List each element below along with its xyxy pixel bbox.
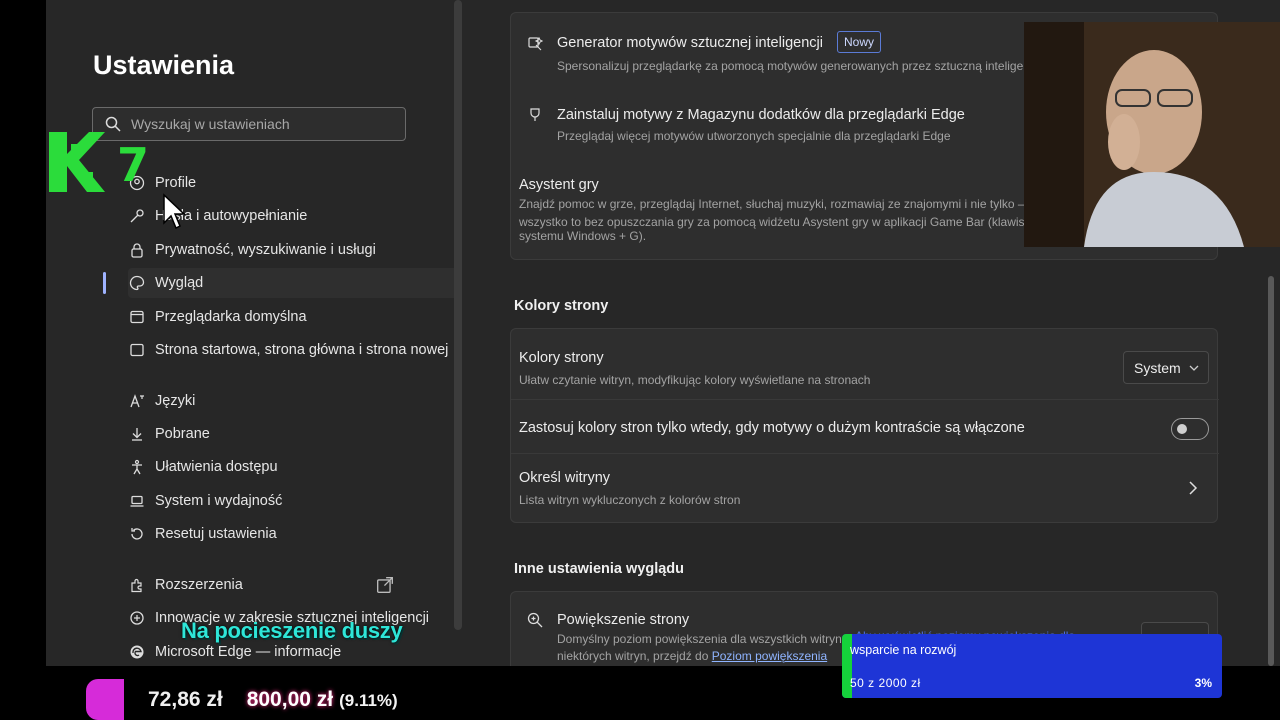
sidebar-item-default-browser[interactable]: Przeglądarka domyślna xyxy=(128,302,458,332)
goal-progress: 50 z 2000 zł xyxy=(850,676,921,690)
page-colors-title: Kolory strony xyxy=(519,350,604,366)
sidebar-item-extensions[interactable]: Rozszerzenia xyxy=(128,570,458,600)
sidebar-item-label: Wygląd xyxy=(155,275,204,291)
sidebar-item-label: Resetuj ustawienia xyxy=(155,526,277,542)
zoom-subtitle-2: niektórych witryn, przejdź do Poziom pow… xyxy=(557,647,827,666)
webcam-overlay xyxy=(1024,22,1280,247)
store-icon xyxy=(530,108,540,121)
goal-percent: 3% xyxy=(1194,676,1212,690)
extensions-icon xyxy=(128,576,146,594)
game-assist-title: Asystent gry xyxy=(519,177,599,193)
donation-percent: (9.11%) xyxy=(339,691,398,710)
goal-label: wsparcie na rozwój xyxy=(850,643,957,657)
home-icon xyxy=(128,341,146,359)
sidebar-item-label: System i wydajność xyxy=(155,493,283,509)
laptop-icon xyxy=(128,492,146,510)
sidebar-item-reset[interactable]: Resetuj ustawienia xyxy=(128,519,458,549)
ai-theme-generator-subtitle: Spersonalizuj przeglądarkę za pomocą mot… xyxy=(557,59,1046,73)
zoom-subtitle-text: niektórych witryn, przejdź do xyxy=(557,649,709,663)
sidebar-item-label: Języki xyxy=(155,393,196,409)
high-contrast-title: Zastosuj kolory stron tylko wtedy, gdy m… xyxy=(519,420,1025,436)
new-badge: Nowy xyxy=(837,31,882,53)
install-themes-subtitle: Przeglądaj więcej motywów utworzonych sp… xyxy=(557,129,951,143)
section-heading-other: Inne ustawienia wyglądu xyxy=(514,561,685,577)
channel-logo-k xyxy=(49,132,105,192)
search-icon xyxy=(105,116,121,132)
sidebar-scrollbar[interactable] xyxy=(454,0,462,630)
sidebar-item-label: Pobrane xyxy=(155,426,210,442)
mouse-cursor-icon xyxy=(163,193,186,230)
specify-sites-title[interactable]: Określ witryny xyxy=(519,470,610,486)
donation-current: 72,86 zł xyxy=(148,688,223,711)
sidebar-item-label: Strona startowa, strona główna i strona … xyxy=(155,342,449,358)
ai-icon xyxy=(128,609,146,627)
appearance-icon xyxy=(128,274,146,292)
settings-search[interactable] xyxy=(92,107,406,141)
search-input[interactable] xyxy=(131,116,391,132)
channel-logo-digit: 7 xyxy=(117,138,150,192)
settings-sidebar: Ustawienia Profile Hasła i autowypełnian… xyxy=(46,0,466,666)
chevron-down-icon xyxy=(1189,365,1199,371)
game-assist-subtitle-1: Znajdź pomoc w grze, przeglądaj Internet… xyxy=(519,197,1030,211)
section-heading-page-colors: Kolory strony xyxy=(514,298,609,314)
sidebar-item-label: Profile xyxy=(155,175,197,191)
sidebar-item-label: Prywatność, wyszukiwanie i usługi xyxy=(155,242,376,258)
lock-icon xyxy=(128,241,146,259)
sidebar-item-downloads[interactable]: Pobrane xyxy=(128,419,458,449)
key-icon xyxy=(128,207,146,225)
donation-counter: 72,86 zł ﾠ 800,00 zł (9.11%) xyxy=(148,688,398,712)
page-colors-card: Kolory strony Ułatw czytanie witryn, mod… xyxy=(510,328,1219,523)
page-colors-select-value: System xyxy=(1134,359,1181,376)
zoom-title: Powiększenie strony xyxy=(557,612,690,628)
sidebar-item-label: Rozszerzenia xyxy=(155,577,243,593)
sidebar-item-appearance[interactable]: Wygląd xyxy=(128,268,458,298)
sidebar-item-label: Przeglądarka domyślna xyxy=(155,309,307,325)
zoom-icon xyxy=(527,612,543,628)
divider xyxy=(511,399,1219,400)
sidebar-item-label: Microsoft Edge — informacje xyxy=(155,644,342,660)
ai-theme-generator-title[interactable]: Generator motywów sztucznej inteligencji xyxy=(557,35,823,51)
divider xyxy=(511,453,1219,454)
main-scrollbar[interactable] xyxy=(1268,276,1274,666)
sidebar-item-accessibility[interactable]: Ułatwienia dostępu xyxy=(128,452,458,482)
donation-goal: 800,00 zł xyxy=(246,688,334,711)
accessibility-icon xyxy=(128,458,146,476)
webcam-person-image xyxy=(1024,22,1280,247)
zoom-levels-link[interactable]: Poziom powiększenia xyxy=(712,649,827,663)
sidebar-item-system[interactable]: System i wydajność xyxy=(128,486,458,516)
sidebar-item-label: Ułatwienia dostępu xyxy=(155,459,278,475)
languages-icon xyxy=(128,392,146,410)
donation-accent xyxy=(86,679,124,720)
high-contrast-toggle[interactable] xyxy=(1171,418,1209,440)
reset-icon xyxy=(128,525,146,543)
game-assist-subtitle-3: systemu Windows + G). xyxy=(519,229,647,243)
page-colors-subtitle: Ułatw czytanie witryn, modyfikując kolor… xyxy=(519,373,871,387)
edge-icon xyxy=(128,643,146,661)
theme-generator-icon xyxy=(528,36,543,51)
download-icon xyxy=(128,425,146,443)
specify-sites-subtitle: Lista witryn wykluczonych z kolorów stro… xyxy=(519,493,741,507)
external-link-icon[interactable] xyxy=(376,576,394,594)
install-themes-title[interactable]: Zainstaluj motywy z Magazynu dodatków dl… xyxy=(557,107,965,123)
sidebar-item-languages[interactable]: Języki xyxy=(128,386,458,416)
separator-icon: ﾠ xyxy=(228,694,241,709)
goal-widget: wsparcie na rozwój 50 z 2000 zł 3% xyxy=(842,634,1222,698)
sidebar-item-privacy[interactable]: Prywatność, wyszukiwanie i usługi xyxy=(128,235,458,265)
chevron-right-icon[interactable] xyxy=(1187,481,1199,495)
page-title: Ustawienia xyxy=(93,50,235,80)
active-indicator xyxy=(103,272,106,294)
sidebar-item-start-page[interactable]: Strona startowa, strona główna i strona … xyxy=(128,335,458,365)
browser-icon xyxy=(128,308,146,326)
page-colors-select[interactable]: System xyxy=(1123,351,1209,384)
stream-caption: Na pocieszenie duszy xyxy=(181,618,403,643)
